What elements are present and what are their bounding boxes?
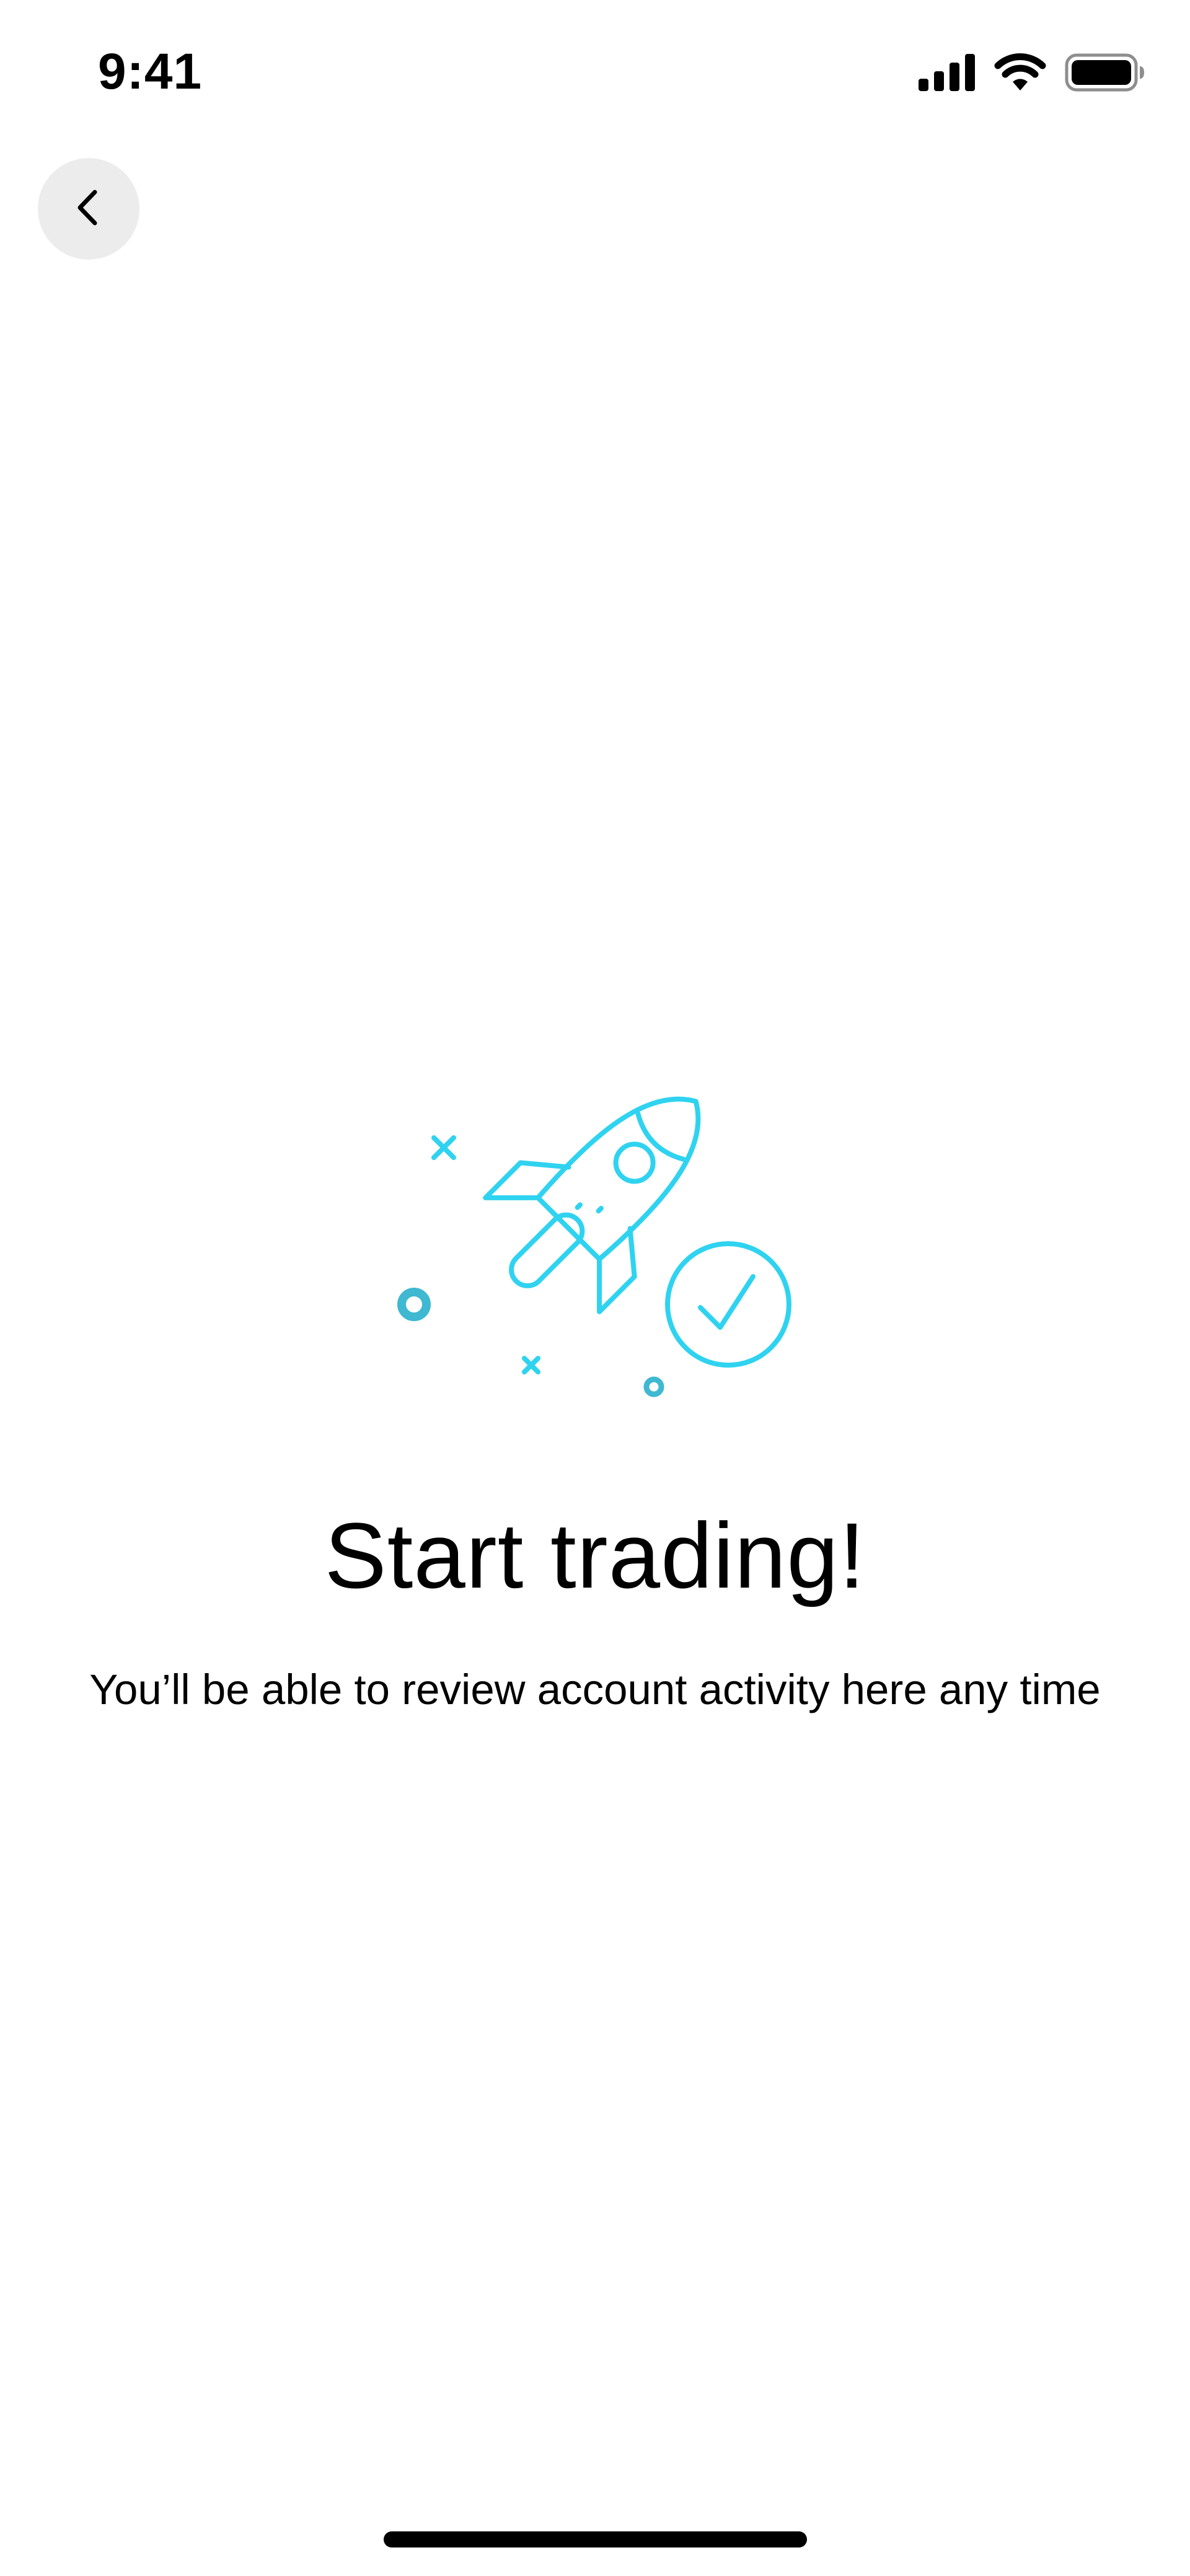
rocket-icon xyxy=(483,1096,701,1314)
checkmark-circle-icon xyxy=(665,1241,791,1368)
status-bar: 9:41 xyxy=(0,0,1190,149)
back-button[interactable] xyxy=(38,158,139,260)
rocket-illustration xyxy=(372,1047,818,1419)
status-icons xyxy=(919,53,1145,94)
battery-icon xyxy=(1065,53,1145,95)
wifi-icon xyxy=(994,53,1046,95)
decor-dot-large xyxy=(397,1288,431,1321)
sparkle-x-icon-small xyxy=(522,1356,540,1374)
home-indicator[interactable] xyxy=(384,2531,807,2547)
decor-dot-small xyxy=(643,1376,664,1397)
cellular-signal-icon xyxy=(919,53,976,94)
sparkle-x-icon xyxy=(431,1135,456,1160)
chevron-left-icon xyxy=(70,186,107,232)
page-title: Start trading! xyxy=(324,1503,866,1607)
page-subtitle: You’ll be able to review account activit… xyxy=(89,1666,1101,1713)
status-time: 9:41 xyxy=(98,43,203,100)
